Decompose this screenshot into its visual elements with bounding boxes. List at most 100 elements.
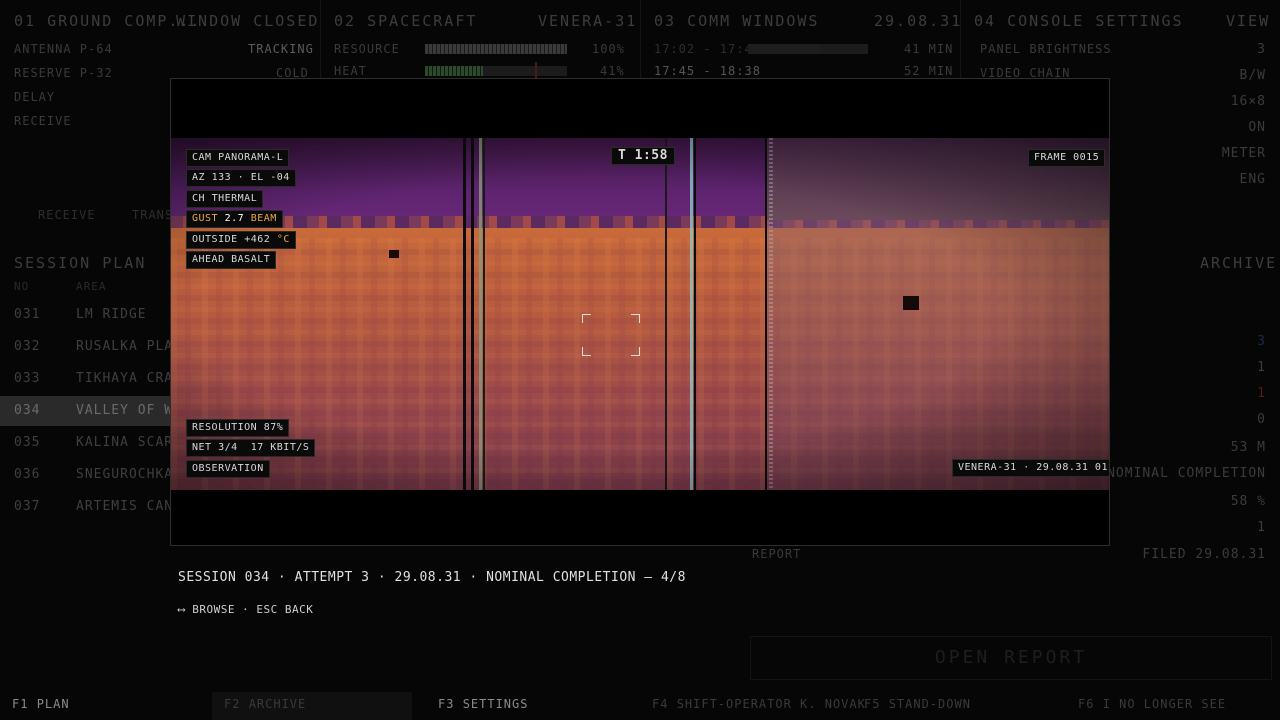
comm-window-bar (748, 44, 868, 54)
console-row-value[interactable]: B/W (1240, 68, 1266, 83)
footer-key-code: F2 (224, 697, 241, 711)
col-area: AREA (76, 280, 107, 293)
console-row-value[interactable]: ENG (1240, 172, 1266, 187)
session-row[interactable]: 037 ARTEMIS CANYON (0, 492, 199, 522)
session-plan-title: SESSION PLAN (14, 254, 147, 272)
tag-timestamp: VENERA-31 · 29.08.31 01:03 (952, 459, 1109, 477)
archive-value: 1 (1257, 386, 1266, 401)
footer-key-label: PLAN (36, 697, 70, 711)
session-row[interactable]: 031 LM RIDGE (0, 300, 170, 330)
comm-date: 29.08.31 (874, 12, 963, 30)
session-area: KALINA SCARP (76, 435, 182, 450)
footer-key-f5[interactable]: F5 STAND-DOWN (864, 692, 1054, 720)
spacecraft-row-label: RESOURCE (334, 42, 400, 56)
footer-key-f2[interactable]: F2 ARCHIVE (212, 692, 412, 720)
archive-value: 53 M (1230, 440, 1266, 455)
panel-console-title: 04 CONSOLE SETTINGS (974, 12, 1184, 30)
session-no: 031 (14, 307, 41, 322)
target-reticle (582, 314, 640, 356)
viewer-caption: SESSION 034 · ATTEMPT 3 · 29.08.31 · NOM… (178, 570, 686, 585)
archive-title: ARCHIVE (1200, 254, 1278, 272)
session-row[interactable]: 032 RUSALKA PLATEAU (0, 332, 207, 362)
spacecraft-row-value: 100% (592, 42, 625, 56)
spacecraft-row-value: 41% (600, 64, 625, 78)
footer-key-code: F6 (1078, 697, 1095, 711)
console-row-value[interactable]: 3 (1257, 42, 1266, 57)
console-view-button[interactable]: VIEW (1226, 12, 1270, 30)
timer: T 1:58 (611, 147, 675, 165)
open-report-button[interactable]: OPEN REPORT (750, 636, 1272, 680)
footer-key-label: STAND-DOWN (888, 697, 971, 711)
footer-key-f1[interactable]: F1 PLAN (12, 692, 202, 720)
tag-network: NET 3/4 17 KBIT/S (186, 439, 316, 457)
ground-row-label: ANTENNA P-64 (14, 42, 113, 56)
comm-row-value: 41 MIN (904, 42, 954, 56)
panel-ground-status: WINDOW CLOSED (176, 12, 320, 30)
session-area: LM RIDGE (76, 307, 147, 322)
col-no: NO (14, 280, 30, 293)
heat-bar (425, 66, 567, 76)
panel-comm-title: 03 COMM WINDOWS (654, 12, 820, 30)
console-row-label: PANEL BRIGHTNESS (980, 42, 1112, 56)
archive-value: 0 (1257, 412, 1266, 427)
tag-frame: FRAME 0015 (1028, 149, 1106, 167)
ground-row-label: RECEIVE (14, 114, 72, 128)
spacecraft-name: VENERA-31 (538, 12, 638, 30)
tag-mode: OBSERVATION (186, 460, 270, 478)
session-no: 034 (14, 403, 41, 418)
session-no: 033 (14, 371, 41, 386)
resource-bar (425, 44, 567, 54)
console-row-value[interactable]: 16×8 (1231, 94, 1266, 109)
ground-row-value: TRACKING (248, 42, 314, 56)
footer-key-code: F3 (438, 697, 455, 711)
session-no: 037 (14, 499, 41, 514)
tab-transmit[interactable]: TRANS (132, 208, 173, 222)
session-no: 032 (14, 339, 41, 354)
session-no: 035 (14, 435, 41, 450)
session-no: 036 (14, 467, 41, 482)
footer-key-label: ARCHIVE (248, 697, 307, 711)
footer-key-f4[interactable]: F4 SHIFT-OPERATOR K. NOVAK (652, 692, 865, 720)
archive-value: 3 (1257, 334, 1266, 349)
camera-feed: CAM PANORAMA-L AZ 133 · EL -04 CH THERMA… (171, 138, 1109, 490)
tag-ahead: AHEAD BASALT (186, 251, 277, 269)
heat-limit-marker (535, 62, 537, 78)
tag-camera: CAM PANORAMA-L (186, 149, 290, 167)
footer-key-label: SHIFT-OPERATOR K. NOVAK (676, 697, 866, 711)
tab-receive[interactable]: RECEIVE (38, 208, 96, 222)
comm-row-label: 17:02 - 17:43 (654, 42, 761, 56)
console-row-value[interactable]: METER (1222, 146, 1266, 161)
panel-spacecraft-title: 02 SPACECRAFT (334, 12, 478, 30)
footer-key-label: I NO LONGER SEE (1102, 697, 1227, 711)
console-row-value[interactable]: ON (1248, 120, 1266, 135)
comm-row-value: 52 MIN (904, 64, 954, 78)
footer-key-f6[interactable]: F6 I NO LONGER SEE (1078, 692, 1268, 720)
panel-ground-title: 01 GROUND COMP... (14, 12, 202, 30)
tag-outside-temp: OUTSIDE +462 °C (186, 231, 296, 249)
tag-resolution: RESOLUTION 87% (186, 419, 290, 437)
ground-row-label: DELAY (14, 90, 56, 104)
image-viewer: CAM PANORAMA-L AZ 133 · EL -04 CH THERMA… (170, 78, 1110, 546)
ground-row-label: RESERVE P-32 (14, 66, 113, 80)
archive-value: 1 (1257, 520, 1266, 535)
session-row[interactable]: 036 SNEGUROCHKA P (0, 460, 190, 490)
tag-gust: GUST 2.7 BEAM (186, 210, 283, 228)
session-row[interactable]: 034 VALLEY OF WINDS (0, 396, 207, 426)
footer-key-code: F4 (652, 697, 669, 711)
tag-channel: CH THERMAL (186, 190, 264, 208)
footer-key-code: F1 (12, 697, 29, 711)
comm-row-label: 17:45 - 18:38 (654, 64, 761, 78)
session-row[interactable]: 033 TIKHAYA CRATER (0, 364, 199, 394)
report-value: FILED 29.08.31 (1142, 547, 1266, 562)
footer-key-label: SETTINGS (462, 697, 529, 711)
feed-vignette (171, 138, 1109, 490)
archive-value: NOMINAL COMPLETION (1107, 466, 1266, 481)
footer-key-code: F5 (864, 697, 881, 711)
session-row[interactable]: 035 KALINA SCARP (0, 428, 181, 458)
report-label: REPORT (752, 547, 802, 561)
viewer-hint[interactable]: ⟷ BROWSE · ESC BACK (178, 603, 313, 616)
footer-key-f3[interactable]: F3 SETTINGS (438, 692, 628, 720)
tag-azimuth: AZ 133 · EL -04 (186, 169, 296, 187)
archive-value: 1 (1257, 360, 1266, 375)
archive-value: 58 % (1230, 494, 1266, 509)
